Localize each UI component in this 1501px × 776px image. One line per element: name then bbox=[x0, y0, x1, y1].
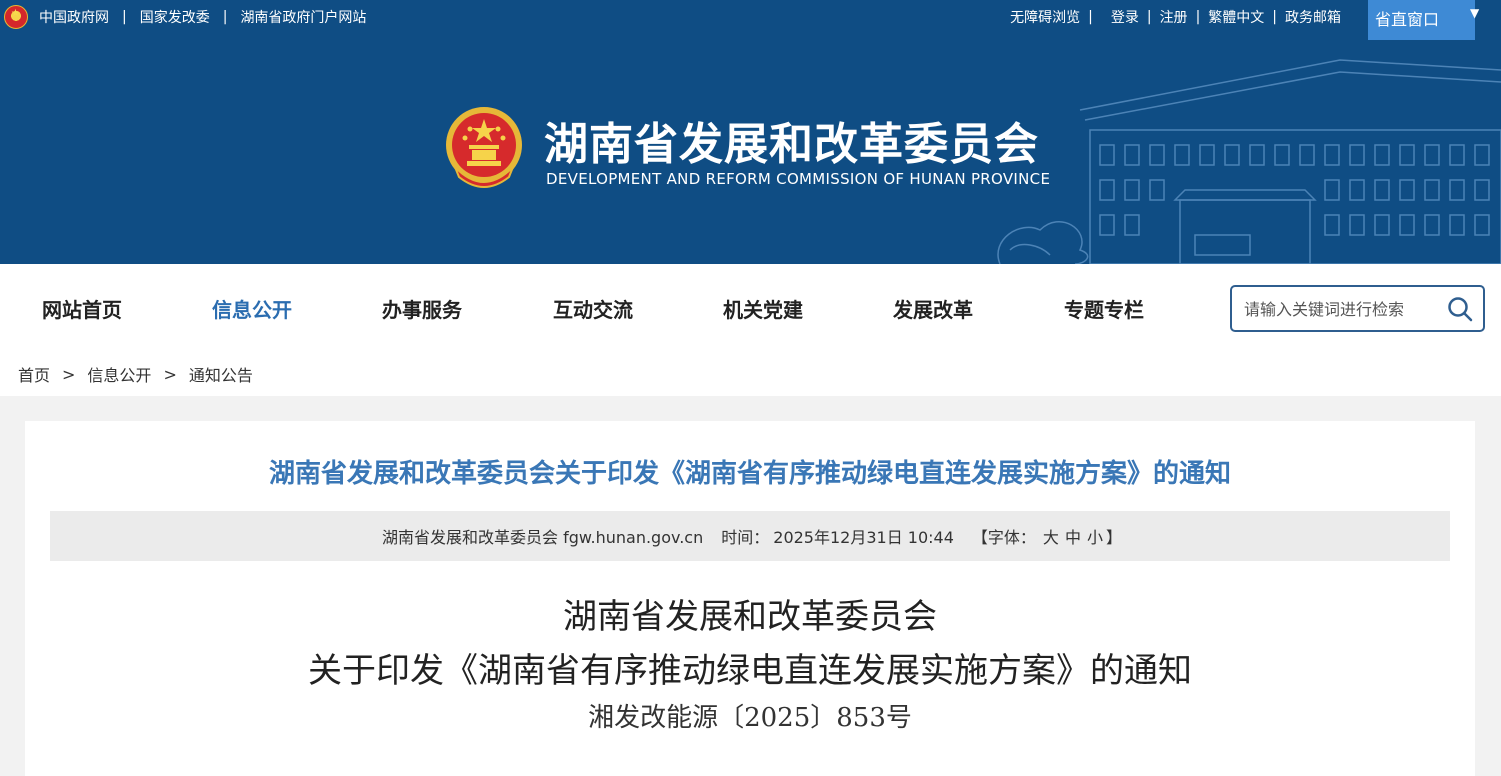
divider: | bbox=[122, 9, 127, 25]
top-right-links: 无障碍浏览 | 登录 | 注册 | 繁體中文 | 政务邮箱 bbox=[1010, 7, 1341, 27]
breadcrumb-home[interactable]: 首页 bbox=[18, 362, 50, 386]
provincial-window-button[interactable]: 省直窗口 bbox=[1368, 0, 1475, 40]
breadcrumb: 首页 > 信息公开 > 通知公告 bbox=[0, 352, 1501, 396]
divider: | bbox=[1272, 9, 1277, 25]
time-label: 时间： bbox=[721, 528, 770, 547]
document-heading-line1: 湖南省发展和改革委员会 bbox=[563, 597, 937, 637]
font-small-button[interactable]: 小 bbox=[1087, 524, 1103, 548]
divider: | bbox=[222, 9, 228, 25]
nav-development-reform[interactable]: 发展改革 bbox=[893, 294, 973, 323]
font-large-button[interactable]: 大 bbox=[1043, 524, 1059, 548]
font-size-label: 【字体： bbox=[971, 528, 1036, 547]
breadcrumb-info-disclosure[interactable]: 信息公开 bbox=[87, 362, 151, 386]
site-title-english: DEVELOPMENT AND REFORM COMMISSION OF HUN… bbox=[546, 170, 1051, 188]
national-emblem-icon bbox=[4, 5, 28, 29]
nav-home[interactable]: 网站首页 bbox=[42, 294, 122, 323]
article-source: 湖南省发展和改革委员会 fgw.hunan.gov.cn bbox=[382, 528, 704, 547]
gov-email-link[interactable]: 政务邮箱 bbox=[1285, 7, 1341, 27]
top-bar: 中国政府网 | 国家发改委 | 湖南省政府门户网站 无障碍浏览 | 登录 | 注… bbox=[0, 0, 1501, 40]
article-title: 湖南省发展和改革委员会关于印发《湖南省有序推动绿电直连发展实施方案》的通知 bbox=[268, 459, 1231, 489]
font-size-close: 】 bbox=[1105, 528, 1122, 547]
nav-special-topics[interactable]: 专题专栏 bbox=[1064, 294, 1144, 323]
breadcrumb-notices[interactable]: 通知公告 bbox=[189, 362, 253, 386]
breadcrumb-separator: > bbox=[163, 364, 177, 384]
main-nav: 网站首页 信息公开 办事服务 互动交流 机关党建 发展改革 专题专栏 bbox=[0, 264, 1501, 352]
search-icon[interactable] bbox=[1447, 296, 1473, 322]
nav-services[interactable]: 办事服务 bbox=[382, 294, 462, 323]
divider: | bbox=[1088, 9, 1093, 25]
search-input[interactable] bbox=[1244, 297, 1434, 321]
breadcrumb-separator: > bbox=[62, 364, 76, 384]
register-link[interactable]: 注册 bbox=[1160, 7, 1188, 27]
divider: | bbox=[1195, 9, 1201, 25]
top-left-links: 中国政府网 | 国家发改委 | 湖南省政府门户网站 bbox=[4, 5, 366, 29]
hunan-gov-link[interactable]: 湖南省政府门户网站 bbox=[240, 7, 366, 27]
ndrc-link[interactable]: 国家发改委 bbox=[140, 7, 210, 27]
site-title: 湖南省发展和改革委员会 bbox=[544, 119, 1039, 170]
accessibility-link[interactable]: 无障碍浏览 bbox=[1010, 7, 1080, 27]
login-link[interactable]: 登录 bbox=[1111, 7, 1139, 27]
national-emblem-icon bbox=[446, 107, 522, 188]
document-number: 湘发改能源〔2025〕853号 bbox=[588, 703, 912, 733]
nav-interaction[interactable]: 互动交流 bbox=[553, 294, 633, 323]
gov-cn-link[interactable]: 中国政府网 bbox=[39, 7, 109, 27]
document-heading-line2: 关于印发《湖南省有序推动绿电直连发展实施方案》的通知 bbox=[308, 651, 1192, 691]
article-meta-bar: 湖南省发展和改革委员会 fgw.hunan.gov.cn 时间： 2025年12月… bbox=[50, 511, 1450, 561]
nav-party-building[interactable]: 机关党建 bbox=[723, 294, 803, 323]
chevron-down-icon[interactable]: ▼ bbox=[1470, 6, 1479, 20]
search-box bbox=[1230, 285, 1485, 332]
building-illustration bbox=[997, 59, 1501, 264]
site-header: 中国政府网 | 国家发改委 | 湖南省政府门户网站 无障碍浏览 | 登录 | 注… bbox=[0, 0, 1501, 264]
divider: | bbox=[1146, 9, 1152, 25]
traditional-chinese-link[interactable]: 繁體中文 bbox=[1208, 7, 1264, 27]
article-container: 湖南省发展和改革委员会关于印发《湖南省有序推动绿电直连发展实施方案》的通知 湖南… bbox=[25, 421, 1475, 776]
publish-time: 2025年12月31日 10:44 bbox=[773, 528, 954, 547]
font-medium-button[interactable]: 中 bbox=[1065, 524, 1081, 548]
nav-info-disclosure[interactable]: 信息公开 bbox=[212, 294, 292, 323]
